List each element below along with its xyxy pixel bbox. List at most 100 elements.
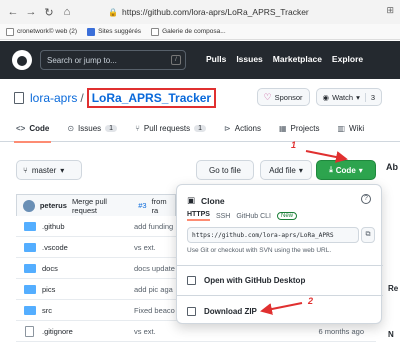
reload-icon[interactable]: ↻ <box>40 3 58 21</box>
file-name[interactable]: .github <box>42 222 65 231</box>
book-icon: ▥ <box>337 124 346 133</box>
releases-heading-partial: Re <box>388 284 399 293</box>
tab-pull-requests[interactable]: ⑂ Pull requests 1 <box>135 116 207 142</box>
play-icon: ⊳ <box>224 124 231 133</box>
folder-icon <box>24 242 36 252</box>
commit-message-suffix: from ra <box>151 196 167 215</box>
repo-tabs: <> Code ⊙ Issues 1 ⑂ Pull requests 1 ⊳ A… <box>0 116 400 143</box>
chevron-down-icon: ▾ <box>358 165 363 175</box>
nav-marketplace[interactable]: Marketplace <box>273 54 322 64</box>
file-name[interactable]: .gitignore <box>42 327 73 336</box>
file-commit-message[interactable]: docs update <box>134 264 175 273</box>
address-bar-url: https://github.com/lora-aprs/LoRa_APRS_T… <box>122 7 309 17</box>
annotation-arrow-1 <box>305 150 348 163</box>
repo-title: lora-aprs / LoRa_APRS_Tracker <box>14 88 217 108</box>
tab-github-cli[interactable]: GitHub CLI <box>236 213 271 220</box>
bookmarks-bar: cronetwork© web (2) Sites suggérés Galer… <box>0 24 400 40</box>
code-icon: <> <box>16 124 26 133</box>
repo-icon <box>14 92 24 104</box>
bookmark-item[interactable]: Sites suggérés <box>87 27 141 36</box>
bookmark-item[interactable]: Galerie de composa... <box>151 27 226 36</box>
about-heading: Ab <box>386 162 398 172</box>
pull-requests-count: 1 <box>194 125 207 132</box>
branch-select[interactable]: ⑂ master ▾ <box>16 160 82 180</box>
home-icon[interactable]: ⌂ <box>58 3 76 21</box>
tab-ssh[interactable]: SSH <box>216 213 230 220</box>
commit-author[interactable]: peterus <box>40 201 67 210</box>
file-commit-message[interactable]: add funding <box>134 222 173 231</box>
tab-issues[interactable]: ⊙ Issues 1 <box>67 116 118 142</box>
repo-name-link[interactable]: LoRa_APRS_Tracker <box>86 88 217 108</box>
address-bar[interactable]: 🔒 https://github.com/lora-aprs/LoRa_APRS… <box>108 4 370 20</box>
tab-https[interactable]: HTTPS <box>187 211 210 221</box>
tab-actions[interactable]: ⊳ Actions <box>224 116 261 142</box>
reader-mode-icon[interactable]: ⊞ <box>386 5 394 16</box>
search-input[interactable]: Search or jump to... / <box>40 50 186 70</box>
new-badge: New <box>276 212 297 220</box>
file-commit-time: 6 months ago <box>318 326 364 336</box>
header-nav: Pulls Issues Marketplace Explore <box>206 54 363 64</box>
sponsor-button[interactable]: ♡ Sponsor <box>256 88 310 106</box>
clone-hint: Use Git or checkout with SVN using the w… <box>187 247 332 254</box>
repo-actions: ♡ Sponsor ◉ Watch ▾ 3 <box>256 88 382 106</box>
go-to-file-button[interactable]: Go to file <box>196 160 254 180</box>
commit-message: Merge pull request <box>71 196 107 215</box>
browser-toolbar: ← → ↻ ⌂ 🔒 https://github.com/lora-aprs/L… <box>0 0 400 24</box>
latest-commit: peterus Merge pull request #3 from ra <box>16 194 176 216</box>
section-heading-partial: N <box>388 330 394 339</box>
file-icon <box>25 325 34 337</box>
file-name[interactable]: src <box>42 306 52 315</box>
repo-separator: / <box>80 91 84 105</box>
file-commit-message[interactable]: vs ext. <box>134 327 156 336</box>
lock-icon: 🔒 <box>108 7 118 17</box>
page-icon <box>151 27 160 36</box>
repo-owner-link[interactable]: lora-aprs <box>30 91 77 105</box>
nav-pulls[interactable]: Pulls <box>206 54 226 64</box>
pull-request-icon: ⑂ <box>135 124 140 133</box>
eye-icon: ◉ <box>322 92 330 102</box>
branch-icon: ⑂ <box>23 165 28 175</box>
annotation-step-1: 1 <box>291 140 297 150</box>
heart-icon: ♡ <box>263 91 272 102</box>
folder-icon <box>24 284 36 294</box>
open-with-desktop-item[interactable]: Open with GitHub Desktop <box>187 276 305 285</box>
file-commit-message[interactable]: vs ext. <box>134 243 156 252</box>
page-icon <box>6 27 14 36</box>
back-arrow-icon[interactable]: ← <box>4 3 22 21</box>
bookmark-item[interactable]: cronetwork© web (2) <box>6 27 77 36</box>
issues-count: 1 <box>105 125 118 132</box>
avatar[interactable] <box>23 199 35 212</box>
file-name[interactable]: docs <box>42 264 58 273</box>
annotation-step-2: 2 <box>308 296 314 306</box>
file-commit-message[interactable]: add pic aga <box>134 285 173 294</box>
nav-issues[interactable]: Issues <box>236 54 262 64</box>
table-row[interactable]: .gitignore vs ext. 6 months ago <box>16 321 376 342</box>
commit-pr-link[interactable]: #3 <box>138 201 146 210</box>
tab-projects[interactable]: ▦ Projects <box>279 116 319 142</box>
project-icon: ▦ <box>278 124 287 133</box>
download-zip-item[interactable]: Download ZIP <box>187 307 257 316</box>
clone-heading: ▣ Clone <box>187 195 225 206</box>
copy-icon[interactable]: ⧉ <box>361 227 375 243</box>
clone-dropdown: ▣ Clone ? HTTPS SSH GitHub CLI New https… <box>176 184 383 324</box>
divider <box>177 295 383 296</box>
forward-arrow-icon[interactable]: → <box>22 3 40 21</box>
file-commit-message[interactable]: Fixed beaco <box>134 306 175 315</box>
code-button[interactable]: ⤓ Code ▾ <box>316 160 376 180</box>
watch-button[interactable]: ◉ Watch ▾ 3 <box>315 88 382 106</box>
add-file-button[interactable]: Add file ▾ <box>260 160 312 180</box>
terminal-icon: ▣ <box>187 195 196 205</box>
file-name[interactable]: .vscode <box>42 243 68 252</box>
github-logo-icon[interactable] <box>12 50 32 70</box>
bing-icon <box>87 27 96 36</box>
tab-wiki[interactable]: ▥ Wiki <box>337 116 364 142</box>
chevron-down-icon: ▾ <box>60 165 65 175</box>
nav-explore[interactable]: Explore <box>332 54 363 64</box>
file-name[interactable]: pics <box>42 285 55 294</box>
watch-count: 3 <box>364 92 375 102</box>
slash-shortcut-icon: / <box>171 55 181 65</box>
tab-code[interactable]: <> Code <box>13 116 52 143</box>
chevron-down-icon: ▾ <box>298 165 303 175</box>
clone-url-field[interactable]: https://github.com/lora-aprs/LoRa_APRS <box>187 227 359 243</box>
help-icon[interactable]: ? <box>361 194 371 204</box>
